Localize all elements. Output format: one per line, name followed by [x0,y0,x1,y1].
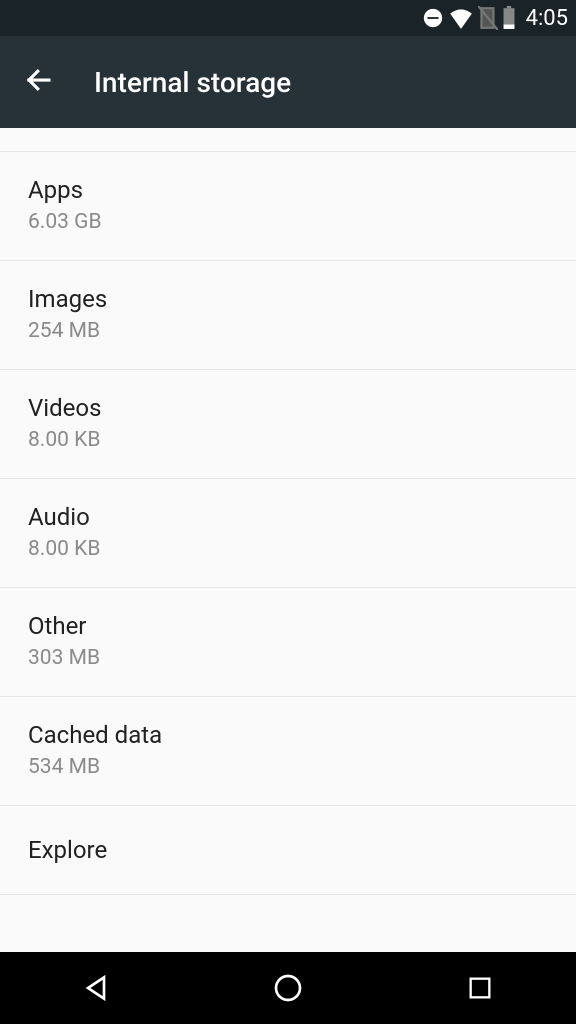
navigation-bar [0,952,576,1024]
item-title: Videos [28,394,548,422]
battery-icon [502,6,516,30]
nav-recent-button[interactable] [420,952,540,1024]
item-subtitle: 6.03 GB [28,210,548,234]
item-subtitle: 8.00 KB [28,537,548,561]
storage-item-apps[interactable]: Apps 6.03 GB [0,152,576,261]
no-sim-icon [478,6,498,30]
item-subtitle: 534 MB [28,755,548,779]
item-title: Cached data [28,721,548,749]
item-title: Apps [28,176,548,204]
wifi-icon [448,7,474,29]
item-subtitle: 8.00 KB [28,428,548,452]
storage-item-explore[interactable]: Explore [0,806,576,895]
item-subtitle: 303 MB [28,646,548,670]
storage-item-images[interactable]: Images 254 MB [0,261,576,370]
status-bar: 4:05 [0,0,576,36]
nav-back-button[interactable] [36,952,156,1024]
do-not-disturb-icon [422,7,444,29]
item-title: Images [28,285,548,313]
item-subtitle: 254 MB [28,319,548,343]
storage-item-other[interactable]: Other 303 MB [0,588,576,697]
storage-item-videos[interactable]: Videos 8.00 KB [0,370,576,479]
storage-list: Apps 6.03 GB Images 254 MB Videos 8.00 K… [0,128,576,952]
status-time: 4:05 [526,6,568,31]
item-title: Explore [28,836,548,864]
storage-item-audio[interactable]: Audio 8.00 KB [0,479,576,588]
app-bar: Internal storage [0,36,576,128]
item-title: Audio [28,503,548,531]
list-spacer [0,128,576,152]
storage-item-cached-data[interactable]: Cached data 534 MB [0,697,576,806]
nav-home-button[interactable] [228,952,348,1024]
page-title: Internal storage [94,66,291,99]
back-button[interactable] [24,65,54,99]
item-title: Other [28,612,548,640]
